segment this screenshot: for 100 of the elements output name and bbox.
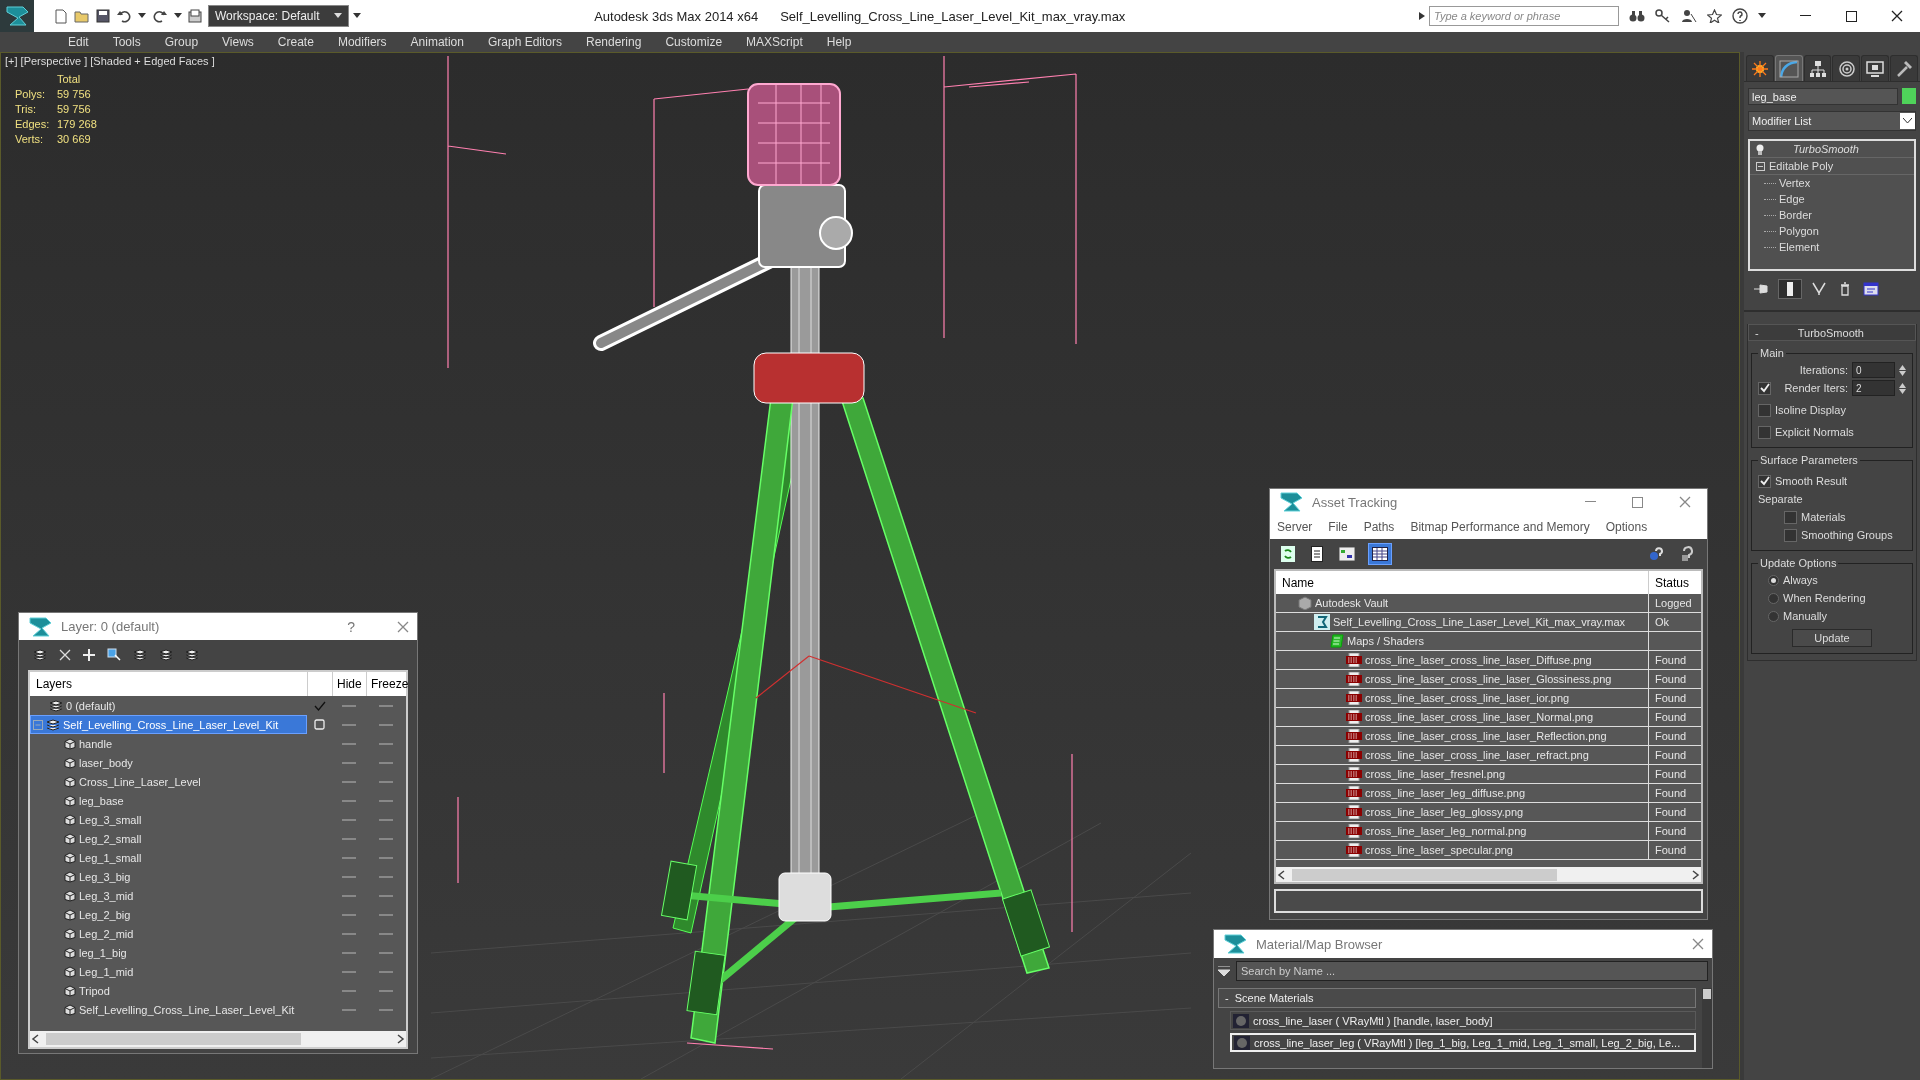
hide-toggle[interactable]: [342, 780, 356, 783]
thumbnail-icon[interactable]: [1336, 544, 1358, 564]
help-button[interactable]: ?: [347, 618, 355, 635]
hide-toggle[interactable]: [342, 894, 356, 897]
menu-item[interactable]: Paths: [1363, 520, 1395, 534]
app-logo-icon[interactable]: [0, 0, 34, 32]
hierarchy-icon[interactable]: [1803, 55, 1832, 81]
vertical-scrollbar[interactable]: [1702, 988, 1712, 1068]
hide-toggle[interactable]: [342, 837, 356, 840]
sunburst-icon[interactable]: [1746, 55, 1774, 81]
layer-row[interactable]: Leg_1_mid: [30, 962, 307, 981]
modifier-list-dropdown[interactable]: Modifier List: [1748, 111, 1916, 131]
radio-button[interactable]: [1768, 592, 1779, 604]
monitor-icon[interactable]: [1861, 55, 1890, 81]
layer-row[interactable]: Leg_1_small: [30, 848, 307, 867]
undo-icon[interactable]: [116, 9, 132, 23]
layer-row[interactable]: Leg_3_mid: [30, 886, 307, 905]
find-layer-icon[interactable]: [159, 649, 173, 661]
list-icon[interactable]: [1308, 543, 1326, 565]
new-file-icon[interactable]: [54, 8, 68, 24]
radio-button[interactable]: [1768, 610, 1779, 622]
asset-row[interactable]: cross_line_laser_cross_line_laser_refract.png Found: [1276, 746, 1701, 765]
freeze-toggle[interactable]: [379, 818, 393, 821]
asset-row[interactable]: cross_line_laser_leg_normal.png Found: [1276, 822, 1701, 841]
sub-object-item[interactable]: Element: [1779, 241, 1820, 253]
light-bulb-icon[interactable]: [1756, 143, 1764, 155]
menu-item[interactable]: Tools: [100, 35, 153, 49]
delete-icon[interactable]: [59, 649, 71, 661]
asset-row[interactable]: cross_line_laser_leg_diffuse.png Found: [1276, 784, 1701, 803]
layer-row[interactable]: Leg_2_small: [30, 829, 307, 848]
save-icon[interactable]: [96, 9, 110, 23]
layer-row[interactable]: Leg_2_mid: [30, 924, 307, 943]
checkmark-icon[interactable]: [313, 700, 326, 711]
color-swatch[interactable]: [1902, 88, 1916, 104]
asset-row[interactable]: cross_line_laser_leg_glossy.png Found: [1276, 803, 1701, 822]
menu-item[interactable]: Bitmap Performance and Memory: [1410, 520, 1590, 534]
freeze-toggle[interactable]: [379, 780, 393, 783]
horizontal-scrollbar[interactable]: [30, 1031, 406, 1047]
freeze-toggle[interactable]: [379, 951, 393, 954]
chevron-down-icon[interactable]: [1903, 118, 1912, 124]
hide-toggle[interactable]: [342, 799, 356, 802]
sub-object-item[interactable]: Vertex: [1779, 177, 1811, 189]
caret-icon[interactable]: [1758, 13, 1766, 19]
spinner-arrows-icon[interactable]: [1899, 382, 1906, 394]
menu-item[interactable]: Views: [210, 35, 266, 49]
workspace-dropdown[interactable]: Workspace: Default: [208, 5, 349, 27]
iterations-field[interactable]: 0: [1852, 362, 1895, 378]
end-result-icon[interactable]: [1778, 279, 1802, 299]
menu-item[interactable]: Help: [814, 35, 864, 49]
freeze-toggle[interactable]: [379, 837, 393, 840]
menu-item[interactable]: Graph Editors: [475, 35, 574, 49]
select-object-icon[interactable]: [107, 648, 121, 662]
menu-item[interactable]: Animation: [398, 35, 476, 49]
hide-toggle[interactable]: [342, 970, 356, 973]
hammer-icon[interactable]: [1890, 55, 1918, 81]
hide-toggle[interactable]: [342, 761, 356, 764]
hide-toggle[interactable]: [342, 875, 356, 878]
column-header[interactable]: Layers: [30, 672, 307, 696]
menu-item[interactable]: Options: [1605, 520, 1648, 534]
layer-row[interactable]: leg_1_big: [30, 943, 307, 962]
layer-row[interactable]: leg_base: [30, 791, 307, 810]
checkbox[interactable]: [1784, 528, 1797, 542]
redo-icon[interactable]: [152, 9, 168, 23]
asset-row[interactable]: Self_Levelling_Cross_Line_Laser_Level_Kit_max_vray.max Ok: [1276, 613, 1701, 632]
freeze-toggle[interactable]: [379, 856, 393, 859]
asset-row[interactable]: cross_line_laser_fresnel.png Found: [1276, 765, 1701, 784]
menu-item[interactable]: Group: [152, 35, 211, 49]
rings-icon[interactable]: [1832, 55, 1861, 81]
asset-row[interactable]: Maps / Shaders: [1276, 632, 1701, 651]
hide-toggle[interactable]: [342, 951, 356, 954]
refresh-icon[interactable]: [1278, 543, 1298, 565]
hide-toggle[interactable]: [342, 704, 356, 707]
star-icon[interactable]: [1707, 9, 1722, 23]
current-layer-checkbox[interactable]: [314, 719, 325, 730]
menu-item[interactable]: Customize: [653, 35, 735, 49]
layer-row[interactable]: handle: [30, 734, 307, 753]
freeze-toggle[interactable]: [379, 1008, 393, 1011]
hide-toggle[interactable]: [342, 913, 356, 916]
column-header[interactable]: Hide: [332, 672, 366, 696]
hide-toggle[interactable]: [342, 856, 356, 859]
caret-icon[interactable]: [352, 13, 361, 19]
asset-row[interactable]: Autodesk Vault Logged: [1276, 594, 1701, 613]
layer-row[interactable]: laser_body: [30, 753, 307, 772]
minimize-button[interactable]: [1585, 501, 1596, 503]
menu-item[interactable]: Modifiers: [325, 35, 399, 49]
radio-button[interactable]: [1768, 574, 1779, 586]
caret-icon[interactable]: [1419, 12, 1425, 20]
layer-row[interactable]: Cross_Line_Laser_Level: [30, 772, 307, 791]
horizontal-scrollbar[interactable]: [1276, 867, 1701, 882]
checkbox[interactable]: [1758, 474, 1771, 488]
add-icon[interactable]: [83, 649, 95, 661]
path-field[interactable]: [1274, 889, 1703, 913]
layer-row[interactable]: Leg_3_big: [30, 867, 307, 886]
checkbox[interactable]: [1758, 425, 1771, 439]
search-field[interactable]: Search by Name ...: [1236, 961, 1708, 981]
hide-toggle[interactable]: [342, 1008, 356, 1011]
menu-item[interactable]: MAXScript: [734, 35, 815, 49]
column-header[interactable]: Freeze: [366, 672, 409, 696]
material-item[interactable]: cross_line_laser ( VRayMtl ) [handle, laser_body]: [1230, 1011, 1696, 1030]
layer-row[interactable]: Leg_3_small: [30, 810, 307, 829]
